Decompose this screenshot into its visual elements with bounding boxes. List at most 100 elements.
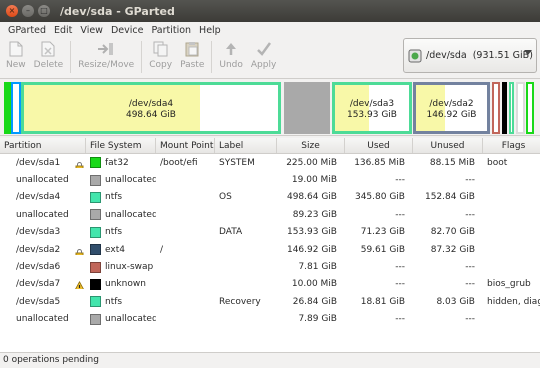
apply-button[interactable]: Apply [247, 38, 280, 70]
graph-segment-sda7[interactable] [502, 82, 507, 134]
partition-size: 7.89 GiB [298, 314, 337, 325]
paste-icon [183, 40, 201, 58]
partition-name: /dev/sda5 [16, 296, 61, 307]
filesystem-name: ntfs [105, 296, 123, 307]
column-header-size[interactable]: Size [277, 138, 345, 153]
graph-segment-unallocated-selected[interactable] [11, 82, 21, 134]
graph-segment-sda1[interactable] [4, 82, 11, 134]
column-header-used[interactable]: Used [345, 138, 413, 153]
chevron-down-icon [524, 50, 532, 55]
partition-label: OS [219, 192, 232, 203]
partition-used: --- [395, 262, 405, 273]
table-row[interactable]: /dev/sda2 ext4 / 146.92 GiB 59.61 GiB 87… [0, 241, 540, 258]
filesystem-color-swatch [90, 226, 101, 238]
column-header-filesystem[interactable]: File System [86, 138, 156, 153]
partition-unused: 88.15 MiB [429, 157, 475, 168]
graph-segment-sda3[interactable]: /dev/sda3 153.93 GiB [332, 82, 412, 134]
delete-icon [39, 40, 57, 58]
graph-label-sda3: /dev/sda3 153.93 GiB [346, 99, 397, 120]
filesystem-name: ntfs [105, 227, 123, 238]
menu-help[interactable]: Help [195, 25, 225, 36]
table-row[interactable]: /dev/sda1 fat32 /boot/efi SYSTEM 225.00 … [0, 154, 540, 171]
filesystem-name: ext4 [105, 244, 125, 255]
graph-segment-unallocated[interactable] [284, 82, 330, 134]
graph-segment-tail[interactable] [526, 82, 534, 134]
close-window-button[interactable]: × [6, 5, 18, 17]
column-header-partition[interactable]: Partition [0, 138, 86, 153]
partition-label: DATA [219, 227, 243, 238]
partition-size: 10.00 MiB [291, 279, 337, 290]
graph-segment-sda5[interactable] [509, 82, 514, 134]
partition-size: 498.64 GiB [286, 192, 337, 203]
menu-bar: GParted Edit View Device Partition Help [0, 22, 540, 38]
column-header-unused[interactable]: Unused [413, 138, 483, 153]
partition-name: /dev/sda1 [16, 157, 61, 168]
table-row[interactable]: /dev/sda3 ntfs DATA 153.93 GiB 71.23 GiB… [0, 224, 540, 241]
filesystem-name: unallocated [105, 209, 156, 220]
new-button[interactable]: New [2, 38, 30, 70]
partition-size: 26.84 GiB [292, 296, 337, 307]
partition-size: 225.00 MiB [286, 157, 337, 168]
checkmark-icon [255, 40, 273, 58]
partition-flags: hidden, diag [487, 296, 540, 307]
partition-size: 153.93 GiB [286, 227, 337, 238]
undo-button[interactable]: Undo [215, 38, 247, 70]
menu-gparted[interactable]: GParted [4, 25, 50, 36]
copy-button[interactable]: Copy [145, 38, 176, 70]
graph-label-sda4: /dev/sda4 498.64 GiB [125, 99, 176, 120]
paste-button[interactable]: Paste [176, 38, 208, 70]
delete-button[interactable]: Delete [30, 38, 68, 70]
partition-name: /dev/sda7 [16, 279, 61, 290]
partition-used: 71.23 GiB [360, 227, 405, 238]
hard-drive-icon [408, 49, 422, 62]
partition-used: 136.85 MiB [354, 157, 405, 168]
menu-view[interactable]: View [76, 25, 107, 36]
table-row[interactable]: /dev/sda5 ntfs Recovery 26.84 GiB 18.81 … [0, 293, 540, 310]
partition-unused: --- [465, 314, 475, 325]
partition-name: unallocated [16, 209, 69, 220]
column-header-mountpoint[interactable]: Mount Point [156, 138, 215, 153]
partition-flags: boot [487, 157, 508, 168]
graph-segment-sda2[interactable]: /dev/sda2 146.92 GiB [413, 82, 490, 134]
table-row[interactable]: unallocated unallocated 7.89 GiB --- --- [0, 311, 540, 328]
table-row[interactable]: unallocated unallocated 19.00 MiB --- --… [0, 171, 540, 188]
partition-used: --- [395, 175, 405, 186]
minimize-window-button[interactable]: – [22, 5, 34, 17]
graph-segment-sda6[interactable] [492, 82, 500, 134]
maximize-window-button[interactable]: □ [38, 5, 50, 17]
partition-name: unallocated [16, 314, 69, 325]
toolbar-separator [70, 41, 72, 73]
window-title: /dev/sda - GParted [60, 4, 175, 18]
filesystem-color-swatch [90, 191, 101, 203]
table-row[interactable]: /dev/sda4 ntfs OS 498.64 GiB 345.80 GiB … [0, 189, 540, 206]
graph-segment-unallocated-end[interactable] [516, 82, 525, 134]
table-row[interactable]: /dev/sda6 linux-swap 7.81 GiB --- --- [0, 258, 540, 275]
table-row[interactable]: /dev/sda7 unknown 10.00 MiB --- --- bios… [0, 276, 540, 293]
partition-used: 345.80 GiB [354, 192, 405, 203]
menu-device[interactable]: Device [107, 25, 148, 36]
resize-move-button[interactable]: Resize/Move [74, 38, 138, 70]
partition-unused: --- [465, 279, 475, 290]
device-selector-name: /dev/sda [426, 50, 467, 61]
graph-segment-sda4[interactable]: /dev/sda4 498.64 GiB [21, 82, 281, 134]
warning-icon [75, 281, 84, 290]
column-header-flags[interactable]: Flags [483, 138, 540, 153]
partition-graph: /dev/sda4 498.64 GiB /dev/sda3 153.93 Gi… [0, 78, 540, 136]
resize-move-icon [97, 40, 115, 58]
partition-unused: --- [465, 262, 475, 273]
title-bar: × – □ /dev/sda - GParted [0, 0, 540, 22]
partition-name: /dev/sda6 [16, 262, 61, 273]
partition-used: --- [395, 314, 405, 325]
partition-size: 89.23 GiB [292, 209, 337, 220]
partition-size: 19.00 MiB [291, 175, 337, 186]
table-row[interactable]: unallocated unallocated 89.23 GiB --- --… [0, 206, 540, 223]
partition-size: 7.81 GiB [298, 262, 337, 273]
partition-unused: 82.70 GiB [430, 227, 475, 238]
menu-edit[interactable]: Edit [50, 25, 76, 36]
toolbar-separator [141, 41, 143, 73]
column-header-label[interactable]: Label [215, 138, 277, 153]
device-selector[interactable]: /dev/sda (931.51 GiB) [403, 38, 537, 73]
menu-partition[interactable]: Partition [147, 25, 195, 36]
filesystem-name: unallocated [105, 314, 156, 325]
filesystem-color-swatch [90, 157, 101, 169]
